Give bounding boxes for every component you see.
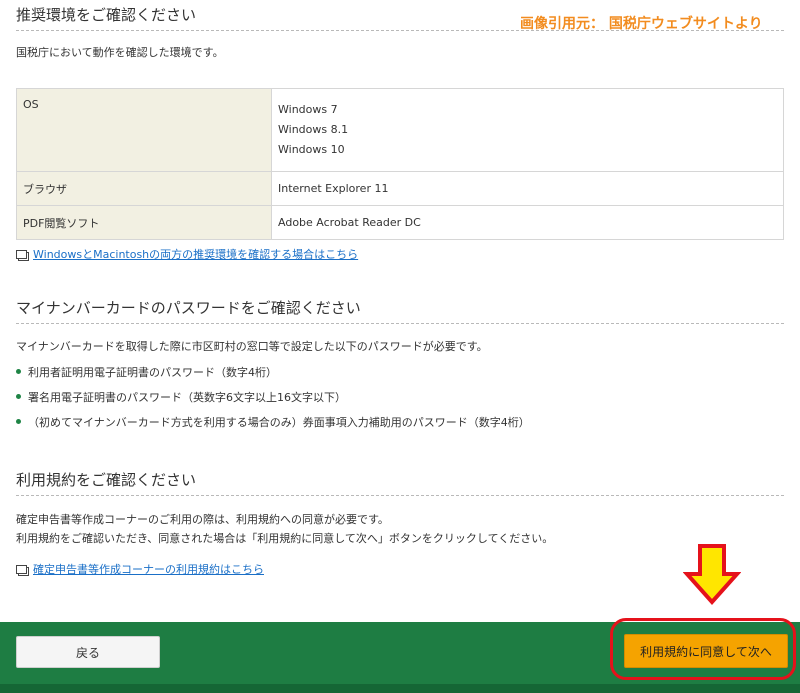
table-row: ブラウザ Internet Explorer 11: [16, 171, 784, 206]
main-content: 推奨環境をご確認ください 画像引用元： 国税庁ウェブサイトより 国税庁において動…: [0, 0, 800, 622]
env-label-os: OS: [16, 88, 272, 172]
list-item: （初めてマイナンバーカード方式を利用する場合のみ）券面事項入力補助用のパスワード…: [16, 415, 530, 440]
down-arrow-annotation-icon: [683, 544, 741, 605]
password-item-text: （初めてマイナンバーカード方式を利用する場合のみ）券面事項入力補助用のパスワード…: [28, 416, 530, 429]
env-value-browser: Internet Explorer 11: [271, 171, 784, 206]
password-item-text: 利用者証明用電子証明書のパスワード（数字4桁）: [28, 366, 277, 379]
bullet-dot-icon: [16, 369, 21, 374]
bullet-dot-icon: [16, 394, 21, 399]
table-row: PDF閲覧ソフト Adobe Acrobat Reader DC: [16, 205, 784, 240]
env-intro: 国税庁において動作を確認した環境です。: [16, 46, 224, 59]
env-value-pdf: Adobe Acrobat Reader DC: [271, 205, 784, 240]
os-value-2: Windows 8.1: [278, 123, 349, 136]
password-item-text: 署名用電子証明書のパスワード（英数字6文字以上16文字以下）: [28, 391, 346, 404]
env-label-browser: ブラウザ: [16, 171, 272, 206]
agree-next-button[interactable]: 利用規約に同意して次へ: [624, 634, 788, 668]
card-section-heading: マイナンバーカードのパスワードをご確認ください: [16, 298, 784, 324]
env-link-line: WindowsとMacintoshの両方の推奨環境を確認する場合はこちら: [16, 247, 358, 263]
os-value-3: Windows 10: [278, 143, 345, 156]
terms-link[interactable]: 確定申告書等作成コーナーの利用規約はこちら: [33, 563, 264, 576]
password-list: 利用者証明用電子証明書のパスワード（数字4桁） 署名用電子証明書のパスワード（英…: [16, 365, 530, 440]
list-item: 署名用電子証明書のパスワード（英数字6文字以上16文字以下）: [16, 390, 530, 415]
env-compare-link[interactable]: WindowsとMacintoshの両方の推奨環境を確認する場合はこちら: [33, 248, 358, 261]
terms-line-1: 確定申告書等作成コーナーのご利用の際は、利用規約への同意が必要です。: [16, 513, 389, 526]
table-row: OS Windows 7 Windows 8.1 Windows 10: [16, 88, 784, 172]
back-button[interactable]: 戻る: [16, 636, 160, 668]
terms-section-heading: 利用規約をご確認ください: [16, 470, 784, 496]
list-item: 利用者証明用電子証明書のパスワード（数字4桁）: [16, 365, 530, 390]
external-window-icon: [16, 565, 27, 574]
environment-table: OS Windows 7 Windows 8.1 Windows 10 ブラウザ…: [16, 88, 784, 240]
terms-line-2: 利用規約をご確認いただき、同意された場合は「利用規約に同意して次へ」ボタンをクリ…: [16, 532, 554, 545]
env-label-pdf: PDF閲覧ソフト: [16, 205, 272, 240]
footer-bottom-strip: [0, 684, 800, 693]
terms-link-line: 確定申告書等作成コーナーの利用規約はこちら: [16, 562, 264, 578]
card-intro: マイナンバーカードを取得した際に市区町村の窓口等で設定した以下のパスワードが必要…: [16, 340, 488, 353]
os-value-1: Windows 7: [278, 103, 338, 116]
env-value-os: Windows 7 Windows 8.1 Windows 10: [271, 88, 784, 172]
bullet-dot-icon: [16, 419, 21, 424]
source-note: 画像引用元： 国税庁ウェブサイトより: [520, 16, 763, 32]
external-window-icon: [16, 250, 27, 259]
